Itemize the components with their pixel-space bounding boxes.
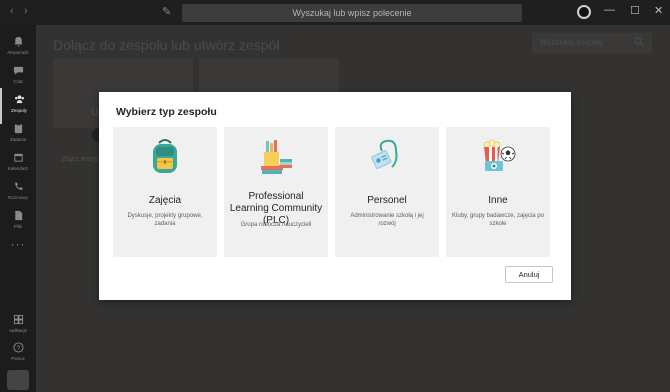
card-title: Inne <box>488 195 508 206</box>
search-icon <box>634 37 644 47</box>
card-description: Kluby, grupy badawcze, zajęcia po szkole <box>452 213 544 227</box>
back-arrow-icon[interactable]: ‹ <box>10 5 14 17</box>
page-title: Dołącz do zespołu lub utwórz zespół <box>53 37 280 53</box>
profile-avatar[interactable] <box>577 5 591 19</box>
rail-item-help[interactable]: ? Pomoc <box>0 336 36 372</box>
maximize-icon[interactable]: ☐ <box>630 4 640 17</box>
rail-item-label: Aplikacje <box>8 328 27 333</box>
team-type-class-card[interactable]: Zajęcia Dyskusje, projekty grupowe, zada… <box>113 127 217 257</box>
team-search-input[interactable]: Wyszukaj zespoły <box>532 33 652 53</box>
files-icon <box>14 210 22 221</box>
title-bar: ‹ › ✎ Wyszukaj lub wpisz polecenie — ☐ ✕ <box>0 0 670 25</box>
teams-icon <box>14 95 24 104</box>
rail-item-label: Zespoły <box>11 108 27 113</box>
card-description: Administrowanie szkołą i jej rozwój <box>350 213 424 227</box>
card-description: Dyskusje, projekty grupowe, zadania <box>127 213 203 227</box>
svg-text:?: ? <box>16 345 20 352</box>
rail-item-label: Czat <box>13 79 23 84</box>
phone-icon <box>14 182 23 190</box>
close-icon[interactable]: ✕ <box>654 4 663 17</box>
rail-item-label: Pliki <box>13 224 23 229</box>
popcorn-ball-icon <box>483 139 516 171</box>
team-type-staff-card[interactable]: Personel Administrowanie szkołą i jej ro… <box>335 127 439 257</box>
card-title: Zajęcia <box>148 195 182 206</box>
team-search-placeholder: Wyszukaj zespoły <box>540 38 604 47</box>
cancel-button[interactable]: Anuluj <box>505 266 553 283</box>
more-apps-icon[interactable]: ··· <box>0 237 36 251</box>
id-badge-icon <box>371 139 398 169</box>
bg-card-fragment: U <box>91 107 99 118</box>
books-pencils-icon <box>261 140 292 174</box>
compose-icon[interactable]: ✎ <box>162 5 171 18</box>
help-icon: ? <box>12 342 24 353</box>
app-rail: Aktywność Czat Zespoły Zadania Kalendarz… <box>0 25 36 392</box>
rail-item-files[interactable]: Pliki <box>0 204 36 240</box>
rail-item-label: Kalendarz <box>7 166 29 171</box>
command-search-bar[interactable]: Wyszukaj lub wpisz polecenie <box>182 4 522 22</box>
dialog-title: Wybierz typ zespołu <box>116 106 217 118</box>
card-description: Grupa robocza nauczycieli <box>240 222 312 228</box>
rail-item-label: Rozmowy <box>8 195 28 200</box>
minimize-icon[interactable]: — <box>604 4 615 16</box>
team-type-dialog: Wybierz typ zespołu Zajęcia Dyskusje, pr… <box>99 92 571 300</box>
card-title: Personel <box>367 195 407 206</box>
forward-arrow-icon[interactable]: › <box>24 5 28 17</box>
backpack-icon <box>153 139 177 173</box>
command-search-placeholder: Wyszukaj lub wpisz polecenie <box>292 8 412 18</box>
bell-icon <box>13 36 23 47</box>
calendar-icon <box>13 153 23 162</box>
rail-item-label: Aktywność <box>7 50 29 55</box>
rail-item-label: Pomoc <box>10 356 25 361</box>
bg-card-fragment: Złącz wszyst <box>62 156 102 163</box>
assignments-icon <box>14 123 22 134</box>
device-icon[interactable] <box>7 370 29 390</box>
team-type-other-card[interactable]: Inne Kluby, grupy badawcze, zajęcia po s… <box>446 127 550 257</box>
apps-icon <box>13 314 23 325</box>
rail-item-label: Zadania <box>9 137 27 142</box>
team-type-plc-card[interactable]: Professional Learning Community (PLC) Gr… <box>224 127 328 257</box>
chat-icon <box>13 66 23 75</box>
